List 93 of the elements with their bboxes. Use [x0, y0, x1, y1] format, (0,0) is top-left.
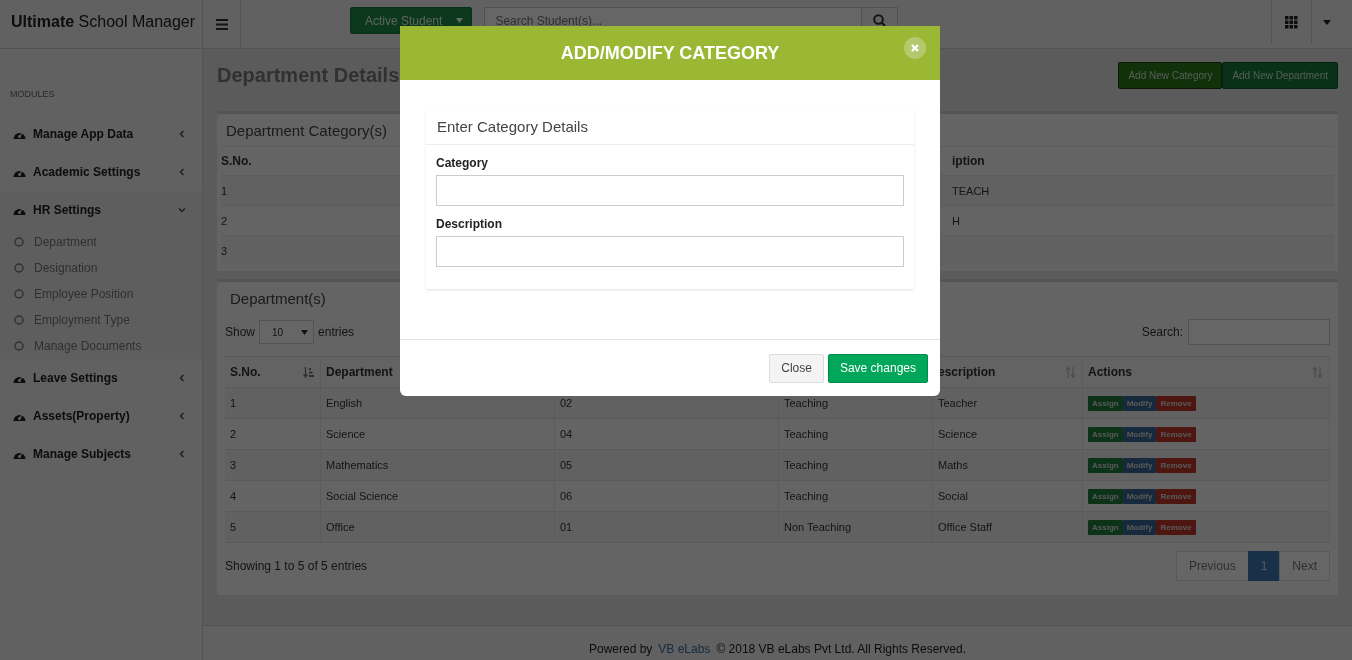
chevron-left-icon [178, 374, 186, 382]
input-field[interactable] [436, 236, 904, 267]
table-cell: Maths [933, 450, 1083, 480]
column-header: Department [326, 365, 393, 379]
chevron-left-icon [178, 168, 186, 176]
remove-button[interactable]: Remove [1156, 457, 1196, 473]
entries-select[interactable]: 10 [259, 320, 315, 344]
modify-button[interactable]: Modify [1122, 395, 1157, 411]
modify-button[interactable]: Modify [1122, 519, 1157, 535]
search-label: Search: [1141, 325, 1183, 339]
close-button[interactable]: Close [769, 353, 824, 383]
panel-title: Department(s) [230, 290, 326, 307]
table-cell: 5 [225, 512, 321, 542]
modal-title: ADD/MODIFY CATEGORY [560, 42, 780, 64]
chevron-left-icon [178, 412, 186, 420]
chevron-left-icon [178, 130, 186, 138]
table-cell: 05 [555, 450, 779, 480]
search-icon [873, 14, 887, 27]
table-cell: 3 [221, 244, 228, 257]
copyright-text: © 2018 VB eLabs Pvt Ltd. All Rights Reserved. [716, 642, 967, 656]
column-header: iption [952, 154, 986, 168]
table-cell: Science [933, 419, 1083, 449]
circle-icon [14, 315, 24, 325]
table-cell: 01 [555, 512, 779, 542]
modify-button[interactable]: Modify [1122, 488, 1157, 504]
table-cell: Science [321, 419, 555, 449]
save-button[interactable]: Save changes [827, 353, 928, 383]
circle-icon [14, 263, 24, 273]
table-cell: 3 [225, 450, 321, 480]
table-cell: Teaching [779, 481, 933, 511]
table-cell: Office Staff [933, 512, 1083, 542]
table-cell: 4 [225, 481, 321, 511]
footer-text: Powered by [588, 642, 653, 656]
chevron-left-icon [178, 450, 186, 458]
remove-button[interactable]: Remove [1156, 519, 1196, 535]
field-label: Description [436, 217, 503, 231]
table-cell: 2 [221, 214, 228, 227]
column-header: S.No. [221, 154, 252, 168]
table-info: Showing 1 to 5 of 5 entries [225, 559, 368, 573]
sidebar-item[interactable]: Assets(Property) [0, 397, 202, 435]
circle-icon [14, 289, 24, 299]
assign-button[interactable]: Assign [1088, 395, 1123, 411]
modify-button[interactable]: Modify [1122, 426, 1157, 442]
modify-button[interactable]: Modify [1122, 457, 1157, 473]
table-cell: 2 [225, 419, 321, 449]
column-header: Actions [1088, 365, 1132, 379]
caret-icon [301, 329, 309, 335]
remove-button[interactable]: Remove [1156, 488, 1196, 504]
entries-label: entries [318, 325, 355, 339]
column-header: escription [938, 365, 996, 379]
circle-icon [14, 341, 24, 351]
table-cell: 1 [221, 184, 228, 197]
chevron-down-icon [178, 206, 186, 214]
table-cell: 1 [225, 388, 321, 418]
footer-link[interactable]: VB eLabs [658, 642, 711, 656]
assign-button[interactable]: Assign [1088, 488, 1123, 504]
panel-title: Department Category(s) [226, 122, 387, 139]
sort-icon [1312, 366, 1323, 378]
assign-button[interactable]: Assign [1088, 457, 1123, 473]
table-cell: 04 [555, 419, 779, 449]
apps-grid-icon[interactable] [1271, 0, 1312, 44]
table-cell-text: H [952, 214, 961, 227]
close-icon[interactable] [904, 37, 926, 59]
section-title: Enter Category Details [426, 110, 914, 145]
table-cell-text: TEACH [952, 184, 991, 197]
remove-button[interactable]: Remove [1156, 395, 1196, 411]
table-cell: Social Science [321, 481, 555, 511]
table-cell: Social [933, 481, 1083, 511]
column-header: S.No. [230, 365, 261, 379]
add-button[interactable]: Add New Category [1118, 61, 1223, 89]
circle-icon [14, 237, 24, 247]
table-cell: Mathematics [321, 450, 555, 480]
assign-button[interactable]: Assign [1088, 519, 1123, 535]
caret-icon [456, 18, 464, 23]
sidebar-item[interactable]: Leave Settings [0, 359, 202, 397]
remove-button[interactable]: Remove [1156, 426, 1196, 442]
input-field[interactable] [436, 175, 904, 206]
sort-icon [303, 366, 314, 378]
add-button[interactable]: Add New Department [1222, 61, 1338, 89]
sidebar-item[interactable]: Manage Subjects [0, 435, 202, 473]
table-cell: Teaching [779, 450, 933, 480]
sidebar-item[interactable]: HR Settings [0, 191, 202, 229]
table-cell: Teaching [779, 419, 933, 449]
table-cell: 06 [555, 481, 779, 511]
sidebar-item[interactable]: Academic Settings [0, 153, 202, 191]
sort-icon [1065, 366, 1076, 378]
table-cell: Non Teaching [779, 512, 933, 542]
assign-button[interactable]: Assign [1088, 426, 1123, 442]
app-title: Ultimate School Manager [0, 0, 203, 48]
show-label: Show [225, 325, 256, 339]
sidebar-item[interactable]: Manage App Data [0, 115, 202, 153]
table-cell: Office [321, 512, 555, 542]
field-label: Category [436, 156, 489, 170]
